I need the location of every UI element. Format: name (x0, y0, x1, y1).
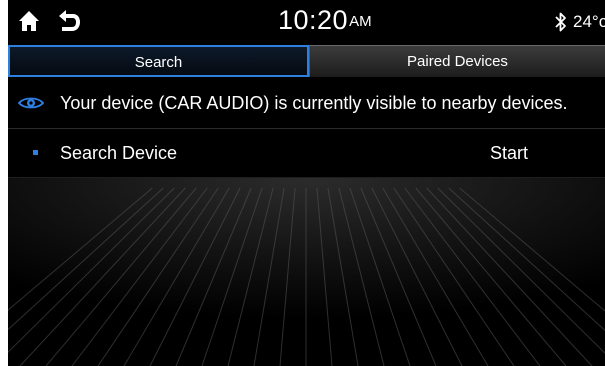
tab-paired-devices[interactable]: Paired Devices (309, 45, 605, 77)
eye-icon (18, 97, 44, 109)
clock-time: 10:20 (278, 5, 349, 35)
bullet-marker (33, 150, 38, 155)
bluetooth-screen: 10:20AM 24°c Search Paired Devices Your … (8, 0, 605, 366)
bluetooth-icon (555, 12, 566, 32)
home-icon[interactable] (18, 10, 40, 32)
clock: 10:20AM (278, 5, 372, 35)
temperature: 24°c (573, 12, 605, 31)
background-floor (8, 178, 605, 366)
back-icon[interactable] (56, 9, 82, 33)
status-bar: 10:20AM 24°c (8, 0, 605, 44)
visibility-notice: Your device (CAR AUDIO) is currently vis… (8, 78, 605, 129)
visibility-notice-text: Your device (CAR AUDIO) is currently vis… (60, 93, 568, 113)
clock-ampm: AM (349, 13, 372, 30)
start-button[interactable]: Start (490, 142, 528, 164)
tab-bar: Search Paired Devices (8, 45, 605, 77)
tab-search[interactable]: Search (8, 45, 309, 77)
search-device-label: Search Device (60, 143, 178, 163)
search-device-row[interactable]: Search Device Start (8, 129, 605, 178)
